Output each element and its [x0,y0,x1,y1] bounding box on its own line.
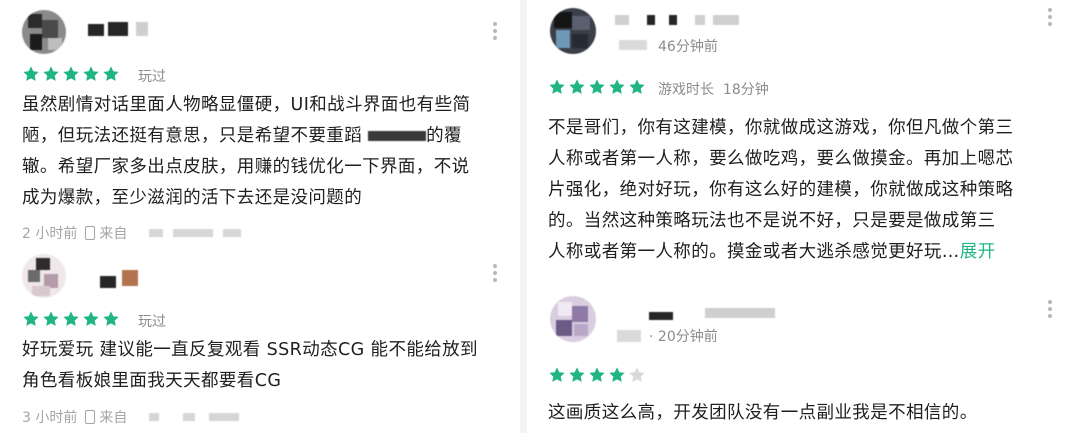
post-time: 46分钟前 [658,39,718,55]
review-footer: 3 小时前 来自 [22,407,240,427]
star-empty-icon [628,366,646,384]
user-badge [617,330,641,342]
star-filled-icon [22,310,40,328]
expand-button[interactable]: 展开 [960,242,996,262]
star-filled-icon [82,310,100,328]
user-badge [136,22,148,36]
review-footer: 2 小时前 来自 [22,223,242,243]
playtime-info: 游戏时长 18分钟 [658,79,769,99]
left-review-column: 玩过 虽然剧情对话里面人物略显僵硬，UI和战斗界面也有些简 陋，但玩法还挺有意思… [0,0,520,433]
star-filled-icon [608,78,626,96]
device-name [183,413,196,421]
right-review-column: 46分钟前 游戏时长 18分钟 不是哥们，你有这建模，你就做成这游戏，你但凡做个… [527,0,1080,433]
play-status-label: 玩过 [138,314,166,330]
user-badge [122,270,138,286]
device-name [209,413,240,421]
column-divider [520,0,527,433]
star-filled-icon [548,366,566,384]
review-card: · 20分钟前 这画质这么高，开发团队没有一点副业我是不相信的。 [527,290,1080,433]
username[interactable] [649,312,673,320]
post-time: 2 小时前 [22,226,78,242]
playtime-value: 18分钟 [722,82,769,98]
avatar[interactable] [550,296,596,342]
rating-stars [548,78,648,96]
avatar[interactable] [22,10,66,54]
review-line: 片强化，绝对好玩，你有这么好的建模，你就做成这种策略 [548,180,1014,200]
review-line: 陋，但玩法还挺有意思，只是希望不要重蹈 的覆 [22,121,470,152]
post-time-text: 20分钟前 [657,329,718,345]
device-name [149,413,160,421]
user-badge [619,40,647,50]
star-filled-icon [588,78,606,96]
review-body[interactable]: 这画质这么高，开发团队没有一点副业我是不相信的。 [548,398,978,429]
star-filled-icon [628,78,646,96]
review-line: 角色看板娘里面我天天都要看CG [22,371,282,391]
star-filled-icon [102,65,120,83]
more-options-icon[interactable] [490,22,500,42]
review-line: 这画质这么高，开发团队没有一点副业我是不相信的。 [548,403,978,423]
star-filled-icon [42,310,60,328]
star-filled-icon [608,366,626,384]
review-line: 的。当然这种策略玩法也不是说不好，只是要是做成第三 [548,211,996,231]
star-filled-icon [22,65,40,83]
review-card: 玩过 好玩爱玩 建议能一直反复观看 SSR动态CG 能不能给放到 角色看板娘里面… [0,248,520,433]
device-name [149,229,164,237]
username[interactable] [669,15,677,25]
device-icon [85,410,96,424]
review-line-text: 人称或者第一人称的。摸金或者大逃杀感觉更好玩… [548,242,960,262]
more-options-icon[interactable] [1045,8,1055,28]
review-card: 46分钟前 游戏时长 18分钟 不是哥们，你有这建模，你就做成这游戏，你但凡做个… [527,0,1080,290]
username[interactable] [713,15,739,25]
review-line: 成为爆款，至少滋润的活下去还是没问题的 [22,188,363,208]
avatar[interactable] [22,254,66,298]
play-status-label: 玩过 [138,69,166,85]
star-filled-icon [568,366,586,384]
post-time: 3 小时前 [22,410,78,426]
source-label: 来自 [99,226,128,242]
device-name [173,229,214,237]
star-filled-icon [82,65,100,83]
avatar[interactable] [550,8,596,54]
username[interactable] [705,308,775,318]
device-name [223,229,242,237]
rating-stars [22,65,122,83]
rating-stars [548,366,648,384]
playtime-label: 游戏时长 [658,82,714,98]
review-body[interactable]: 不是哥们，你有这建模，你就做成这游戏，你但凡做个第三 人称或者第一人称，要么做吃… [548,113,1013,268]
review-line: 辙。希望厂家多出点皮肤，用赚的钱优化一下界面，不说 [22,157,470,177]
redacted-text [368,131,427,141]
star-filled-icon [62,310,80,328]
review-line: 好玩爱玩 建议能一直反复观看 SSR动态CG 能不能给放到 [22,340,478,360]
star-filled-icon [588,366,606,384]
review-card: 玩过 虽然剧情对话里面人物略显僵硬，UI和战斗界面也有些简 陋，但玩法还挺有意思… [0,0,520,248]
username[interactable] [100,276,116,288]
device-icon [85,226,96,240]
star-filled-icon [42,65,60,83]
review-line: 人称或者第一人称，要么做吃鸡，要么做摸金。再加上嗯芯 [548,149,1014,169]
star-filled-icon [62,65,80,83]
username[interactable] [647,15,655,25]
post-time: · 20分钟前 [649,329,718,345]
review-line-text: 陋，但玩法还挺有意思，只是希望不要重蹈 [22,126,363,146]
star-filled-icon [568,78,586,96]
review-line: 虽然剧情对话里面人物略显僵硬，UI和战斗界面也有些简 [22,95,471,115]
star-filled-icon [102,310,120,328]
username[interactable] [615,15,629,25]
source-label: 来自 [99,410,128,426]
review-body[interactable]: 虽然剧情对话里面人物略显僵硬，UI和战斗界面也有些简 陋，但玩法还挺有意思，只是… [22,90,470,214]
more-options-icon[interactable] [490,264,500,284]
more-options-icon[interactable] [1045,300,1055,320]
username[interactable] [88,24,104,36]
review-line-text: 的覆 [426,126,462,146]
review-body[interactable]: 好玩爱玩 建议能一直反复观看 SSR动态CG 能不能给放到 角色看板娘里面我天天… [22,335,478,397]
rating-stars [22,310,122,328]
review-line: 不是哥们，你有这建模，你就做成这游戏，你但凡做个第三 [548,118,1014,138]
star-filled-icon [548,78,566,96]
username[interactable] [695,15,705,25]
username[interactable] [108,22,128,36]
review-line: 人称或者第一人称的。摸金或者大逃杀感觉更好玩…展开 [548,237,1013,268]
